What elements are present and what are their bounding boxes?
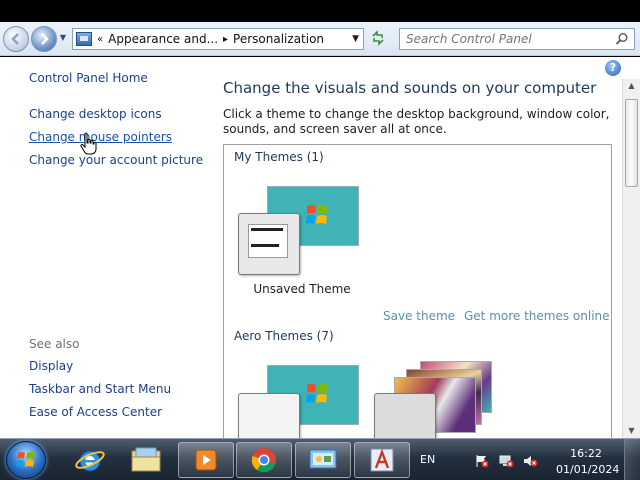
show-desktop-button[interactable] <box>624 439 640 480</box>
change-account-picture-link[interactable]: Change your account picture <box>29 153 203 167</box>
forward-arrow-icon <box>41 33 49 45</box>
clock-time[interactable]: 16:22 <box>556 447 616 460</box>
address-toolbar: ▼ « Appearance and... ▸ Personalization … <box>0 22 640 56</box>
breadcrumb-personalization[interactable]: Personalization <box>233 32 324 46</box>
search-input[interactable] <box>406 32 606 46</box>
control-panel-icon <box>76 32 92 46</box>
taskbar-font-viewer[interactable] <box>354 442 410 478</box>
vertical-scrollbar[interactable]: ▲ ▼ <box>622 79 640 438</box>
volume-muted-icon[interactable] <box>522 454 538 468</box>
taskbar-internet-explorer[interactable] <box>62 442 118 478</box>
font-letter-icon <box>370 448 394 472</box>
scroll-up-icon[interactable]: ▲ <box>623 79 640 93</box>
window-color-preview <box>238 213 300 275</box>
scrollbar-thumb[interactable] <box>625 99 638 187</box>
taskbar-control-panel[interactable] <box>295 442 351 478</box>
action-center-flag-icon[interactable] <box>474 454 490 468</box>
breadcrumb-appearance[interactable]: Appearance and... <box>108 32 218 46</box>
window-color-preview <box>238 393 300 443</box>
save-theme-link[interactable]: Save theme <box>383 309 455 323</box>
aero-themes-heading: Aero Themes (7) <box>234 329 334 343</box>
search-box[interactable] <box>399 28 635 50</box>
taskbar-media-player[interactable] <box>178 442 234 478</box>
breadcrumb-overflow-chevron[interactable]: « <box>97 34 103 45</box>
forward-button[interactable] <box>31 26 57 52</box>
back-arrow-icon <box>11 33 19 45</box>
window-color-preview <box>374 393 436 443</box>
scroll-down-icon[interactable]: ▼ <box>623 424 640 438</box>
folder-library-icon <box>131 447 161 472</box>
ease-of-access-link[interactable]: Ease of Access Center <box>29 405 162 419</box>
hand-cursor-icon <box>80 132 97 155</box>
help-button[interactable]: ? <box>605 60 621 76</box>
my-themes-heading: My Themes (1) <box>234 150 324 164</box>
media-player-icon <box>195 449 217 471</box>
page-title: Change the visuals and sounds on your co… <box>223 79 597 97</box>
windows-logo-icon <box>306 384 328 403</box>
internet-explorer-icon <box>75 450 105 472</box>
personalization-window: ? Control Panel Home Change desktop icon… <box>0 57 640 444</box>
chrome-icon <box>251 448 276 473</box>
clock-date[interactable]: 01/01/2024 <box>556 463 619 476</box>
change-mouse-pointers-link[interactable]: Change mouse pointers <box>29 130 172 144</box>
windows-logo-icon <box>16 452 35 467</box>
top-black-strip <box>0 0 640 22</box>
taskbar-start-menu-link[interactable]: Taskbar and Start Menu <box>29 382 171 396</box>
search-icon[interactable] <box>615 32 629 46</box>
get-more-themes-link[interactable]: Get more themes online <box>464 309 610 323</box>
theme-list[interactable]: My Themes (1) Unsaved Theme Save theme G… <box>223 144 612 444</box>
refresh-icon <box>372 30 384 46</box>
network-icon[interactable] <box>498 454 514 468</box>
control-panel-icon <box>309 449 337 469</box>
address-dropdown-icon[interactable]: ▼ <box>352 34 359 44</box>
change-desktop-icons-link[interactable]: Change desktop icons <box>29 107 162 121</box>
control-panel-home-link[interactable]: Control Panel Home <box>29 71 148 85</box>
taskbar-chrome[interactable] <box>236 442 292 478</box>
refresh-button[interactable] <box>368 30 388 48</box>
unsaved-theme-label: Unsaved Theme <box>253 282 351 296</box>
back-button[interactable] <box>3 26 29 52</box>
see-also-heading: See also <box>29 337 80 351</box>
display-link[interactable]: Display <box>29 359 73 373</box>
start-button[interactable] <box>6 441 46 479</box>
taskbar: EN 16:22 01/01/2024 <box>0 438 640 480</box>
windows-logo-icon <box>306 205 328 224</box>
breadcrumb-separator-arrow[interactable]: ▸ <box>223 34 228 45</box>
language-indicator[interactable]: EN <box>420 453 435 466</box>
breadcrumb[interactable]: « Appearance and... ▸ Personalization ▼ <box>72 28 364 50</box>
page-description: Click a theme to change the desktop back… <box>223 107 610 136</box>
taskbar-windows-explorer[interactable] <box>118 442 174 478</box>
recent-pages-dropdown[interactable]: ▼ <box>58 33 68 45</box>
